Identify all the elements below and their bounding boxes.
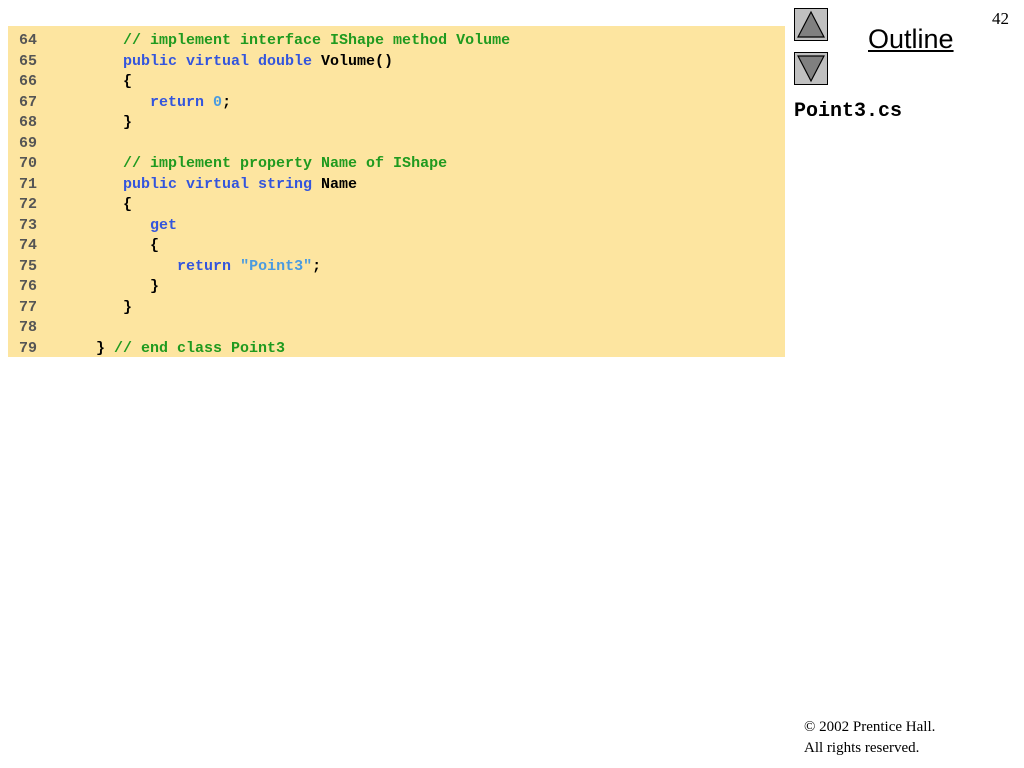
code-comment: // implement property Name of IShape (123, 155, 448, 172)
code-line: 64 // implement interface IShape method … (8, 31, 785, 52)
code-line: 73 get (8, 216, 785, 237)
code-line: 72 { (8, 195, 785, 216)
code-text: } (69, 298, 132, 319)
code-number: 0 (213, 93, 223, 111)
code-text: { (69, 237, 160, 254)
code-text: } (69, 114, 133, 131)
line-number: 64 (19, 32, 38, 49)
code-line: 67 return 0; (8, 93, 785, 114)
line-number: 73 (19, 216, 38, 234)
code-text: } // end class Point3 (69, 339, 285, 360)
code-text: // implement interface IShape method Vol… (69, 31, 510, 52)
code-text: ; (312, 257, 322, 275)
triangle-up-icon (797, 10, 825, 38)
copyright-notice: © 2002 Prentice Hall. All rights reserve… (804, 717, 935, 759)
code-string: "Point3" (240, 257, 313, 275)
line-number: 70 (19, 155, 38, 172)
line-number: 76 (19, 278, 38, 295)
line-number: 75 (19, 257, 38, 275)
line-number: 78 (19, 319, 38, 336)
line-number: 67 (19, 93, 38, 111)
code-line: 66 { (8, 72, 785, 93)
code-line: 71 public virtual string Name (8, 175, 785, 196)
code-text: { (69, 196, 133, 213)
code-text: } (69, 113, 132, 134)
line-number: 74 (19, 237, 38, 254)
slide: 64 // implement interface IShape method … (0, 0, 1024, 768)
copyright-line-2: All rights reserved. (804, 740, 920, 756)
code-text: public virtual string Name (69, 175, 357, 196)
code-line: 76 } (8, 277, 785, 298)
code-line: 75 return "Point3"; (8, 257, 785, 278)
code-text: } (69, 278, 160, 295)
code-listing: 64 // implement interface IShape method … (8, 26, 785, 357)
code-keyword: return (177, 257, 232, 275)
code-text: { (69, 72, 132, 93)
code-text: } (69, 298, 133, 316)
copyright-line-1: © 2002 Prentice Hall. (804, 719, 936, 735)
line-number: 65 (19, 52, 38, 70)
line-number: 66 (19, 73, 38, 90)
code-text: ; (222, 93, 232, 111)
code-line: 79 } // end class Point3 (8, 339, 785, 360)
code-text: } (69, 339, 115, 357)
file-name: Point3.cs (794, 100, 903, 123)
outline-link[interactable]: Outline (868, 24, 954, 55)
line-number: 71 (19, 175, 38, 193)
code-text: { (69, 73, 133, 90)
line-number: 79 (19, 339, 38, 357)
code-text: Volume() (312, 52, 394, 70)
page-number: 42 (992, 9, 1009, 28)
code-line: 65 public virtual double Volume() (8, 52, 785, 73)
code-keyword: public virtual string (123, 175, 313, 193)
code-line: 78 (8, 318, 785, 339)
code-text: } (69, 277, 159, 298)
triangle-down-icon (797, 55, 825, 83)
code-keyword: get (150, 216, 178, 234)
code-line: 74 { (8, 236, 785, 257)
code-line: 68 } (8, 113, 785, 134)
line-number: 68 (19, 114, 38, 131)
code-text: { (69, 195, 132, 216)
code-line: 77 } (8, 298, 785, 319)
line-number: 69 (19, 134, 38, 152)
code-comment: // implement interface IShape method Vol… (123, 32, 511, 49)
code-text: return "Point3"; (69, 257, 321, 278)
code-text: // implement property Name of IShape (69, 154, 447, 175)
code-text: Name (312, 175, 358, 193)
code-comment: // end class Point3 (114, 339, 286, 357)
code-line: 69 (8, 134, 785, 155)
code-text: { (69, 236, 159, 257)
line-number: 72 (19, 196, 38, 213)
code-text: public virtual double Volume() (69, 52, 393, 73)
code-line: 70 // implement property Name of IShape (8, 154, 785, 175)
code-text: get (69, 216, 177, 237)
code-text: return 0; (69, 93, 231, 114)
previous-slide-button[interactable] (794, 8, 828, 41)
next-slide-button[interactable] (794, 52, 828, 85)
line-number: 77 (19, 298, 38, 316)
code-keyword: return (150, 93, 205, 111)
code-lines: 64 // implement interface IShape method … (8, 31, 785, 359)
code-keyword: public virtual double (123, 52, 313, 70)
